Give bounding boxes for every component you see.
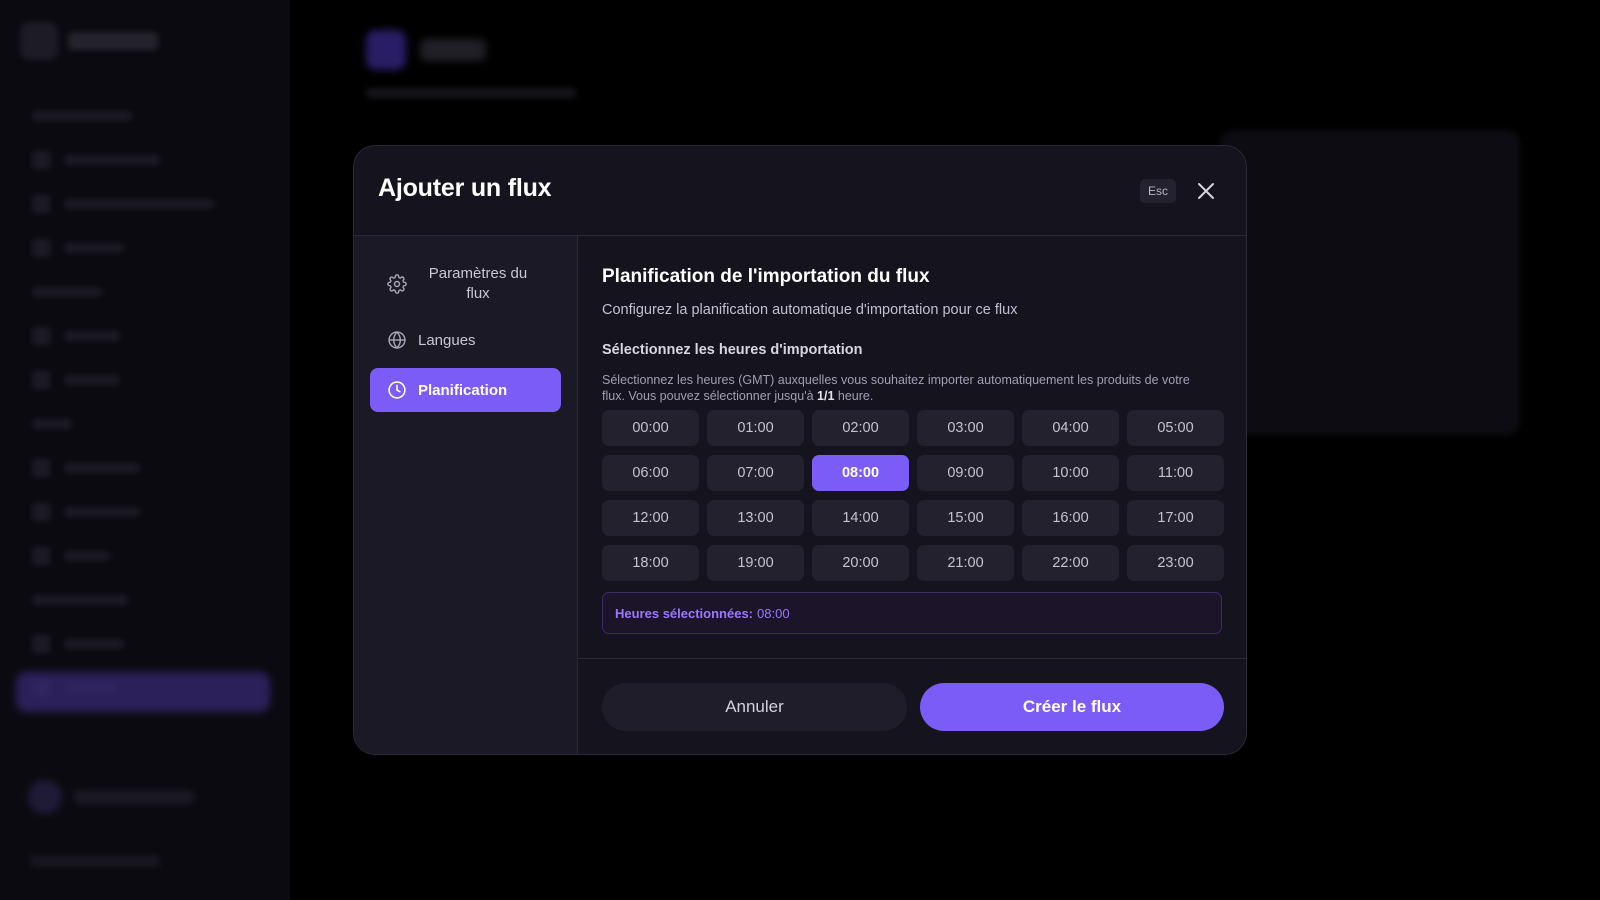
background-header [366,30,486,70]
hour-option[interactable]: 11:00 [1127,455,1224,491]
hour-option[interactable]: 20:00 [812,545,909,581]
hour-option[interactable]: 01:00 [707,410,804,446]
nav-item-label: Paramètres du flux [428,265,528,302]
background-sidebar [0,0,290,900]
create-feed-button[interactable]: Créer le flux [920,683,1224,731]
clock-icon [386,379,408,401]
hour-option[interactable]: 05:00 [1127,410,1224,446]
background-active-nav [16,672,270,712]
modal-nav: Paramètres du flux Langues Planification [354,236,578,754]
close-button[interactable] [1192,177,1220,205]
hour-option[interactable]: 06:00 [602,455,699,491]
section-subtitle: Configurez la planification automatique … [602,302,1018,318]
modal-footer: Annuler Créer le flux [578,658,1246,754]
hour-option[interactable]: 19:00 [707,545,804,581]
hour-option[interactable]: 18:00 [602,545,699,581]
gear-icon [386,273,408,295]
help-limit: 1/1 [817,389,835,403]
cancel-button[interactable]: Annuler [602,683,907,731]
nav-item-feed-settings[interactable]: Paramètres du flux [370,254,561,314]
add-feed-modal: Ajouter un flux Esc Paramètres du flux L… [353,145,1247,755]
hours-help-text: Sélectionnez les heures (GMT) auxquelles… [602,372,1214,404]
hour-option[interactable]: 08:00 [812,455,909,491]
nav-item-label: Planification [418,381,508,399]
hour-option[interactable]: 07:00 [707,455,804,491]
background-subtitle [366,88,576,98]
hour-option[interactable]: 13:00 [707,500,804,536]
modal-title: Ajouter un flux [378,174,552,202]
globe-icon [386,329,408,351]
background-user [28,780,194,814]
background-logo [20,22,158,60]
hour-option[interactable]: 02:00 [812,410,909,446]
hour-option[interactable]: 04:00 [1022,410,1119,446]
nav-item-scheduling[interactable]: Planification [370,368,561,412]
nav-item-languages[interactable]: Langues [370,320,561,360]
hours-label: Sélectionnez les heures d'importation [602,342,863,358]
hour-option[interactable]: 09:00 [917,455,1014,491]
hour-option[interactable]: 10:00 [1022,455,1119,491]
esc-shortcut-badge: Esc [1140,179,1177,203]
background-nav [20,94,270,710]
selected-hours-value: 08:00 [757,605,790,621]
hour-option[interactable]: 23:00 [1127,545,1224,581]
hour-option[interactable]: 17:00 [1127,500,1224,536]
background-footer [30,855,160,867]
background-card [1220,130,1520,435]
hours-grid: 00:00 01:00 02:00 03:00 04:00 05:00 06:00 07:00… [602,410,1224,581]
selected-hours-label: Heures sélectionnées: [615,605,754,621]
hour-option[interactable]: 12:00 [602,500,699,536]
hour-option[interactable]: 22:00 [1022,545,1119,581]
hour-option[interactable]: 16:00 [1022,500,1119,536]
hour-option[interactable]: 03:00 [917,410,1014,446]
hour-option[interactable]: 21:00 [917,545,1014,581]
help-text-part: heure. [834,389,874,403]
close-icon [1197,182,1215,200]
nav-item-label: Langues [418,331,476,349]
section-title: Planification de l'importation du flux [602,266,930,287]
selected-hours-summary: Heures sélectionnées: 08:00 [602,592,1222,634]
hour-option[interactable]: 14:00 [812,500,909,536]
modal-header: Ajouter un flux Esc [354,146,1246,236]
help-text-part: Sélectionnez les heures (GMT) auxquelles… [602,373,1190,403]
hour-option[interactable]: 15:00 [917,500,1014,536]
hour-option[interactable]: 00:00 [602,410,699,446]
